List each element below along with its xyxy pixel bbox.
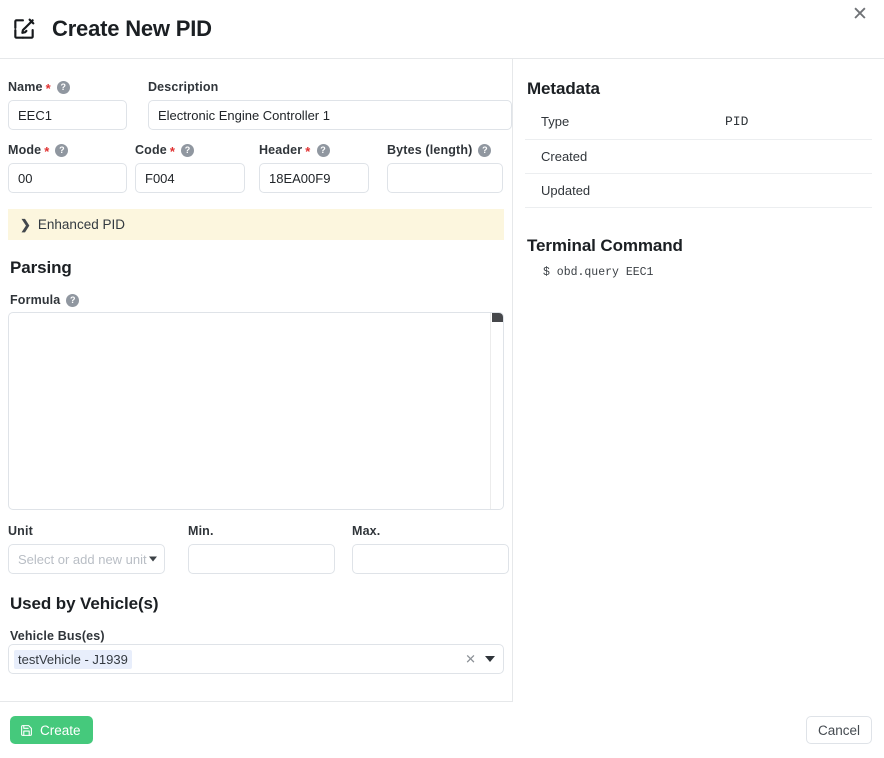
bytes-input[interactable] [387,163,503,193]
field-bytes-label: Bytes (length) ? [387,142,503,158]
field-formula-label-text: Formula [10,293,61,307]
required-marker: * [44,143,50,159]
cancel-button[interactable]: Cancel [805,716,872,744]
header-input[interactable] [259,163,369,193]
metadata-key: Updated [525,173,725,208]
max-input[interactable] [352,544,509,574]
field-formula-label: Formula ? [10,292,504,308]
field-bytes: Bytes (length) ? [387,142,503,193]
enhanced-pid-accordion[interactable]: ❯ Enhanced PID [8,209,504,240]
table-row: Type PID [525,105,872,140]
formula-editor-scrollbar[interactable] [490,313,503,509]
form-pane: Name * ? Description Mode [0,59,513,702]
metadata-value [725,139,872,174]
field-mode-label-text: Mode [8,143,42,157]
scrollbar-thumb[interactable] [492,313,503,322]
field-min: Min. [188,523,335,574]
table-row: Created [525,139,872,174]
enhanced-pid-label: Enhanced PID [37,217,125,232]
field-vehicle-bus-label-text: Vehicle Bus(es) [10,629,105,643]
metadata-title: Metadata [527,79,600,98]
field-bytes-label-text: Bytes (length) [387,143,473,157]
name-input[interactable] [8,100,127,130]
help-icon[interactable]: ? [56,80,70,94]
description-input[interactable] [148,100,512,130]
unit-select-wrap [8,544,165,574]
create-pid-modal: Create New PID ✕ Name * ? Description [0,0,884,758]
edit-square-icon [10,15,38,43]
help-icon[interactable]: ? [316,143,330,157]
field-max: Max. [352,523,509,574]
form-row-identity: Name * ? Description [8,79,512,130]
create-button-label: Create [40,722,81,738]
field-mode-label: Mode * ? [8,142,127,158]
field-unit-label: Unit [8,523,165,539]
field-description-label: Description [148,79,512,95]
vehicles-section-title: Used by Vehicle(s) [10,594,159,613]
clear-icon[interactable]: ✕ [465,653,476,666]
field-header: Header * ? [259,142,369,193]
field-unit: Unit [8,523,165,574]
field-code: Code * ? [135,142,245,193]
terminal-command-title: Terminal Command [527,235,683,255]
help-icon[interactable]: ? [55,143,69,157]
formula-editor[interactable] [8,312,504,510]
code-input[interactable] [135,163,245,193]
field-description-label-text: Description [148,80,219,94]
form-row-range: Unit Min. Max. [8,523,509,574]
field-header-label: Header * ? [259,142,369,158]
required-marker: * [45,80,51,96]
terminal-command-text: $ obd.query EEC1 [543,265,654,279]
min-input[interactable] [188,544,335,574]
mode-input[interactable] [8,163,127,193]
required-marker: * [169,143,176,159]
table-row: Updated [525,173,872,208]
parsing-section-title: Parsing [10,258,72,277]
page-title: Create New PID [52,16,212,41]
vehicle-bus-chip[interactable]: testVehicle - J1939 [14,649,132,669]
formula-editor-content[interactable] [9,313,489,509]
field-name: Name * ? [8,79,127,130]
field-vehicle-bus-label: Vehicle Bus(es) [10,628,504,644]
modal-body: Name * ? Description Mode [0,59,884,702]
help-icon[interactable]: ? [181,143,195,157]
field-code-label: Code * ? [135,142,245,158]
create-button[interactable]: Create [10,716,93,744]
modal-footer: Create Cancel [0,702,884,758]
chevron-right-icon: ❯ [20,217,31,232]
required-marker: * [305,143,311,159]
vehicle-bus-multiselect[interactable]: testVehicle - J1939 ✕ [8,644,504,674]
metadata-key: Created [525,139,725,174]
field-mode: Mode * ? [8,142,127,193]
help-icon[interactable]: ? [478,143,492,157]
metadata-value: PID [725,105,872,140]
modal-header: Create New PID ✕ [0,0,884,59]
metadata-key: Type [525,105,725,140]
field-min-label: Min. [188,523,335,539]
form-row-addressing: Mode * ? Code * ? Header [8,142,504,193]
close-icon[interactable]: ✕ [847,2,873,28]
save-floppy-icon [20,724,33,737]
field-max-label: Max. [352,523,509,539]
metadata-value [725,173,872,208]
field-name-label: Name * ? [8,79,127,95]
field-unit-label-text: Unit [8,524,33,538]
metadata-table: Type PID Created Updated [525,105,872,208]
field-header-label-text: Header [259,143,303,157]
field-min-label-text: Min. [188,524,214,538]
help-icon[interactable]: ? [66,293,80,307]
field-name-label-text: Name [8,80,43,94]
unit-input[interactable] [8,544,165,574]
field-code-label-text: Code [135,143,167,157]
field-description: Description [148,79,512,130]
info-pane: Metadata Type PID Created Updated Termin… [513,59,884,702]
chevron-down-icon[interactable] [485,656,495,662]
field-max-label-text: Max. [352,524,381,538]
